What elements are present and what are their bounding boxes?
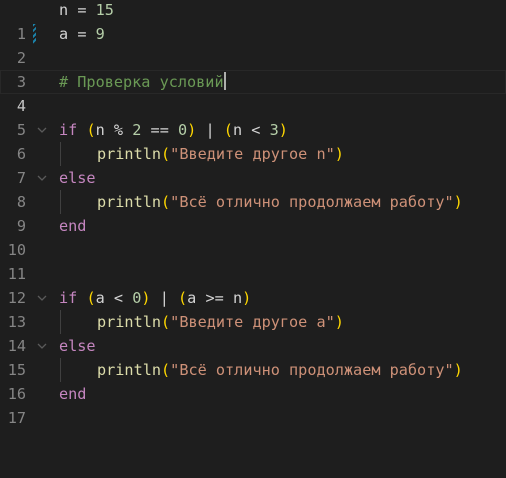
code-line[interactable]: 14 println("Введите другое a") [0, 310, 506, 355]
bracket: ) [242, 289, 252, 307]
bracket: ( [86, 289, 96, 307]
code-line[interactable]: 16 println("Всё отлично продолжаем работ… [0, 358, 506, 403]
keyword: end [59, 217, 87, 235]
identifier: n [95, 121, 105, 139]
code-text[interactable]: println("Всё отлично продолжаем работу") [97, 190, 463, 214]
keyword: else [59, 169, 96, 187]
code-text[interactable]: println("Введите другое a") [97, 310, 344, 334]
code-text[interactable]: println("Введите другое n") [97, 142, 344, 166]
operator: = [77, 1, 87, 19]
code-line[interactable]: 3 [0, 46, 506, 91]
comment: # Проверка условий [59, 73, 224, 91]
bracket: ) [453, 361, 463, 379]
number-literal: 2 [132, 121, 142, 139]
identifier: n [232, 289, 243, 307]
code-text[interactable]: if (a < 0) | (a >= n) [59, 286, 251, 310]
bracket: ) [453, 193, 463, 211]
operator: < [113, 289, 124, 307]
code-text[interactable]: else [59, 166, 96, 190]
code-line[interactable]: 5 [0, 94, 506, 139]
code-line[interactable]: 8 else [0, 166, 506, 211]
operator: == [150, 121, 169, 139]
code-text[interactable]: end [59, 214, 86, 238]
chevron-down-icon[interactable] [35, 166, 49, 190]
indent-guide [60, 358, 61, 382]
string-literal: "Введите другое a" [170, 313, 335, 331]
identifier: a [59, 25, 69, 43]
code-line[interactable]: 13 if (a < 0) | (a >= n) [0, 286, 506, 331]
string-literal: "Всё отлично продолжаем работу" [170, 361, 454, 379]
identifier: n [232, 121, 243, 139]
code-line[interactable]: 1 n = 15 [0, 0, 506, 43]
code-text[interactable]: a = 9 [59, 22, 105, 46]
indent-guide [60, 190, 61, 214]
code-text[interactable]: if (n % 2 == 0) | (n < 3) [59, 118, 288, 142]
keyword: else [59, 337, 96, 355]
number-literal: 9 [95, 25, 105, 43]
text-cursor [223, 72, 226, 90]
bracket: ( [223, 121, 233, 139]
code-text[interactable]: println("Всё отлично продолжаем работу") [97, 358, 463, 382]
number-literal: 3 [269, 121, 279, 139]
chevron-down-icon[interactable] [35, 286, 49, 310]
code-line[interactable]: 7 println("Введите другое n") [0, 142, 506, 187]
bracket: ) [334, 313, 344, 331]
identifier: a [187, 289, 197, 307]
function-name: println [97, 361, 162, 379]
keyword: if [59, 121, 78, 139]
identifier: a [95, 289, 105, 307]
function-name: println [97, 193, 162, 211]
number-literal: 15 [95, 1, 114, 19]
code-line-current[interactable]: 4 # Проверка условий [0, 70, 506, 115]
code-text[interactable]: n = 15 [59, 0, 114, 22]
operator: | [205, 121, 215, 139]
operator: | [159, 289, 169, 307]
code-text[interactable]: else [59, 334, 96, 358]
chevron-down-icon[interactable] [35, 334, 49, 358]
bracket: ( [161, 193, 171, 211]
operator: % [113, 121, 124, 139]
code-line[interactable]: 10 end [0, 214, 506, 259]
operator: = [77, 25, 87, 43]
code-line[interactable]: 2 a = 9 [0, 22, 506, 67]
function-name: println [97, 313, 162, 331]
bracket: ) [278, 121, 288, 139]
indent-guide [60, 142, 61, 166]
operator: < [251, 121, 261, 139]
bracket: ) [141, 289, 151, 307]
bracket: ( [178, 289, 188, 307]
bracket: ( [161, 145, 171, 163]
string-literal: "Всё отлично продолжаем работу" [170, 193, 454, 211]
indent-guide [60, 310, 61, 334]
modified-line-marker [33, 24, 36, 44]
code-line[interactable]: 6 if (n % 2 == 0) | (n < 3) [0, 118, 506, 163]
code-editor[interactable]: 1 n = 15 2 a = 9 3 4 # Проверка условий … [0, 0, 506, 427]
line-number: 17 [7, 409, 26, 427]
bracket: ( [86, 121, 96, 139]
code-line[interactable]: 15 else [0, 334, 506, 379]
number-literal: 0 [178, 121, 188, 139]
code-line[interactable]: 9 println("Всё отлично продолжаем работу… [0, 190, 506, 235]
bracket: ) [187, 121, 197, 139]
string-literal: "Введите другое n" [170, 145, 335, 163]
code-text[interactable]: # Проверка условий [59, 70, 226, 94]
keyword: if [59, 289, 78, 307]
identifier: n [59, 1, 69, 19]
code-text[interactable]: end [59, 382, 86, 406]
chevron-down-icon[interactable] [35, 118, 49, 142]
bracket: ) [334, 145, 344, 163]
bracket: ( [161, 361, 171, 379]
code-line[interactable]: 12 [0, 262, 506, 307]
operator: >= [205, 289, 224, 307]
code-line[interactable]: 17 end [0, 382, 506, 427]
keyword: end [59, 385, 87, 403]
code-line[interactable]: 11 [0, 238, 506, 283]
bracket: ( [161, 313, 171, 331]
function-name: println [97, 145, 162, 163]
